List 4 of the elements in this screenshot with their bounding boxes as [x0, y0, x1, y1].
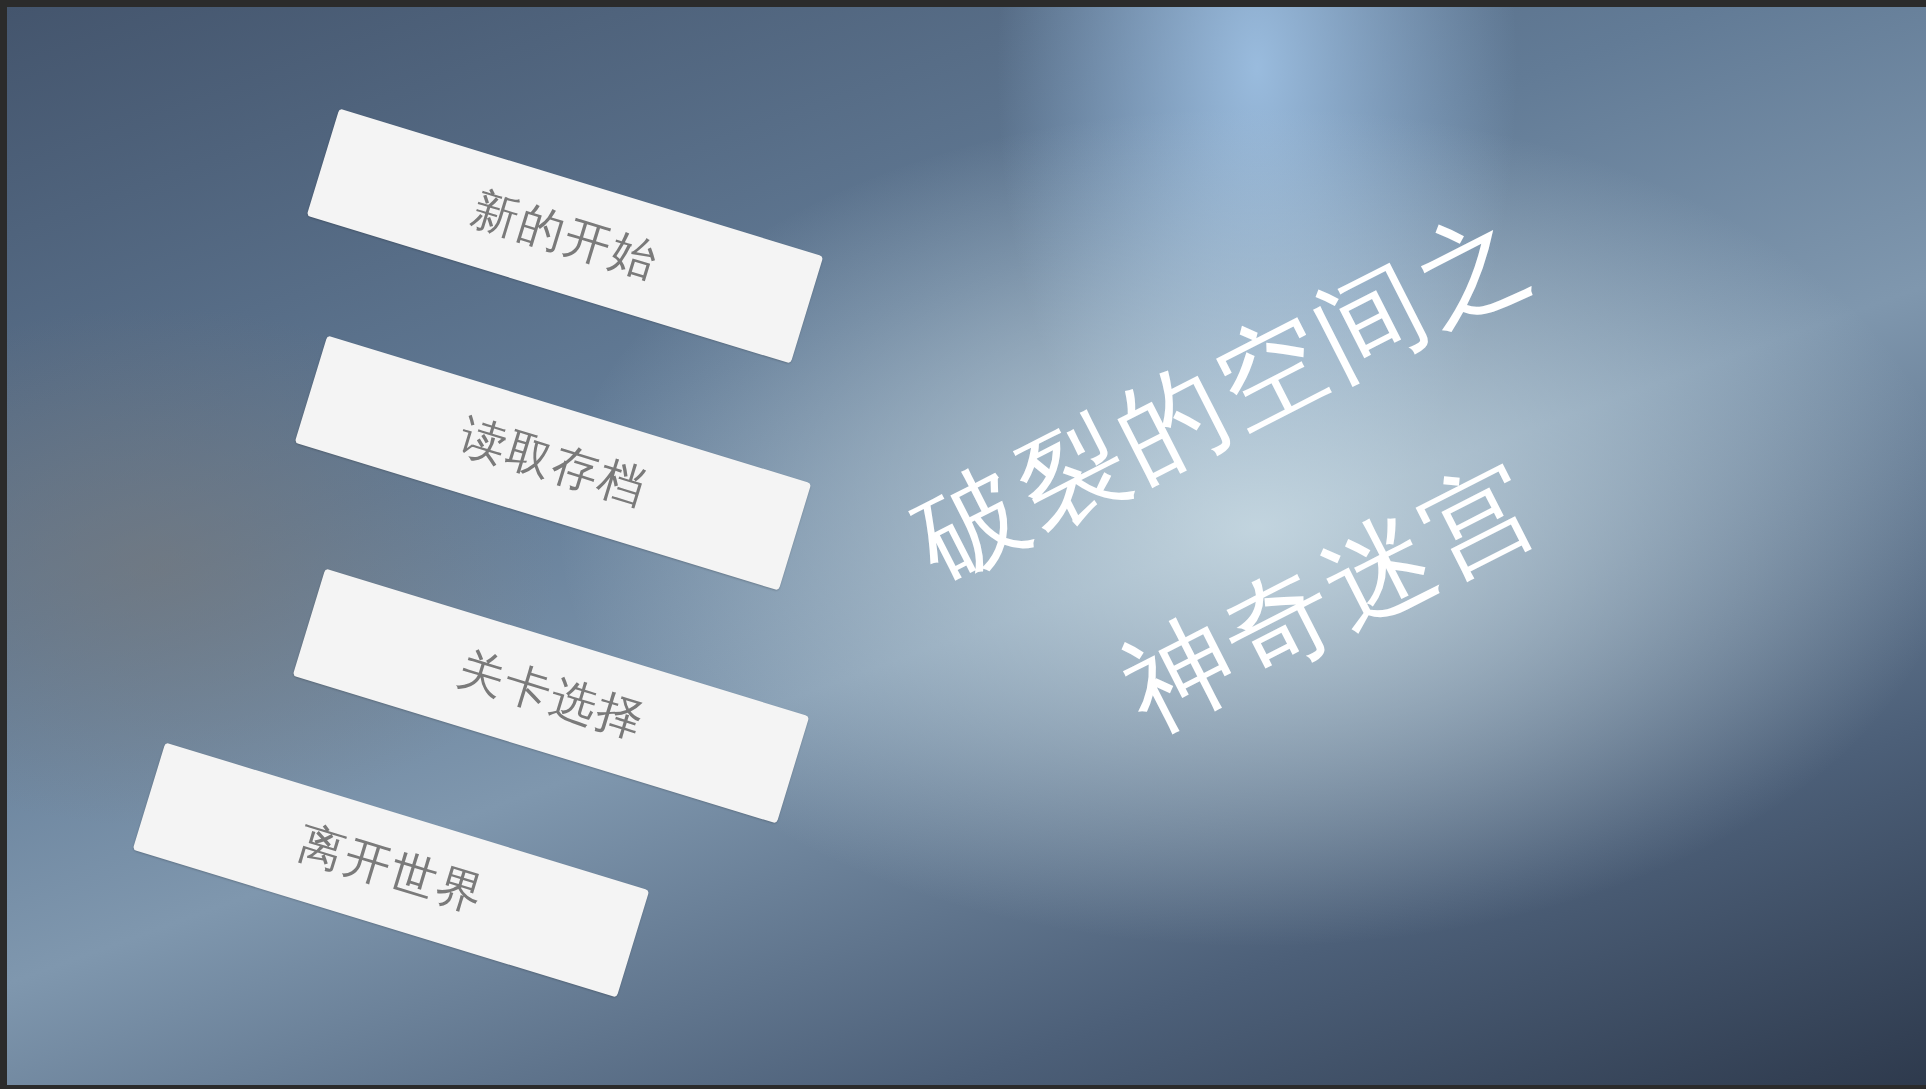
menu-button[interactable]: 关卡选择: [292, 568, 810, 824]
menu-button[interactable]: 读取存档: [294, 335, 812, 591]
menu-button[interactable]: 离开世界: [132, 742, 650, 998]
menu-button[interactable]: 新的开始: [306, 108, 824, 364]
